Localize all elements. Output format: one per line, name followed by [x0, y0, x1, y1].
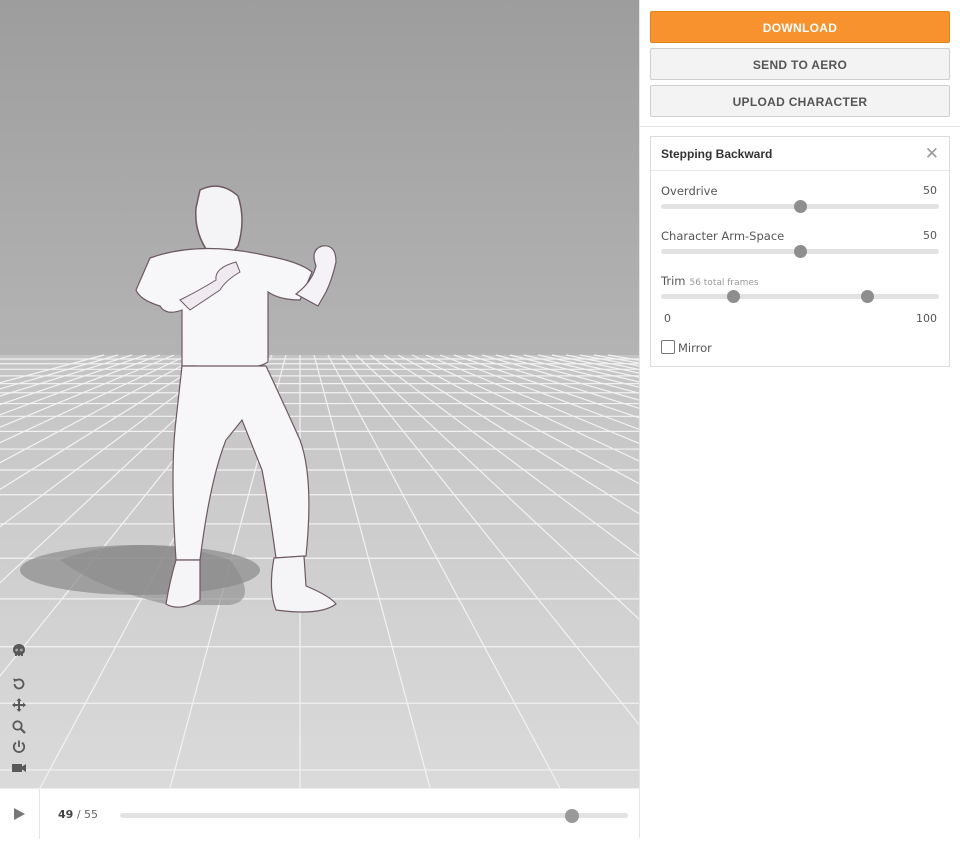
download-button[interactable]: DOWNLOAD — [650, 11, 950, 43]
scene-canvas[interactable] — [0, 0, 639, 788]
mirror-label: Mirror — [678, 341, 712, 355]
animation-title: Stepping Backward — [661, 147, 773, 161]
trim-slider[interactable] — [661, 290, 939, 303]
current-frame: 49 — [58, 808, 74, 821]
timeline-slider[interactable] — [120, 809, 628, 823]
trim-max-label: 100 — [916, 312, 937, 325]
timeline-handle[interactable] — [565, 809, 580, 823]
sidebar: DOWNLOAD SEND TO AERO UPLOAD CHARACTER S… — [639, 0, 960, 838]
arm-space-label: Character Arm-Space — [661, 229, 785, 243]
close-icon[interactable]: ✕ — [925, 144, 939, 164]
playback-bar: 49 / 55 — [0, 788, 639, 839]
pan-icon[interactable] — [11, 697, 27, 713]
overdrive-value: 50 — [923, 184, 937, 197]
total-frames: 55 — [84, 808, 99, 821]
trim-label: Trim — [661, 274, 686, 288]
arm-space-slider[interactable] — [661, 245, 939, 258]
play-button[interactable] — [0, 789, 40, 839]
mirror-checkbox[interactable] — [661, 340, 675, 354]
animation-settings-panel: Stepping Backward ✕ Overdrive 50 Charact… — [650, 136, 950, 367]
upload-character-button[interactable]: UPLOAD CHARACTER — [650, 85, 950, 117]
skull-icon[interactable] — [11, 643, 27, 659]
send-to-aero-button[interactable]: SEND TO AERO — [650, 48, 950, 80]
arm-space-handle[interactable] — [794, 245, 807, 258]
arm-space-value: 50 — [923, 229, 937, 242]
panel-header: Stepping Backward ✕ — [651, 137, 949, 171]
frame-counter: 49 / 55 — [58, 808, 98, 821]
trim-label-row: Trim 56 total frames — [661, 274, 759, 288]
power-icon[interactable] — [11, 739, 27, 755]
zoom-icon[interactable] — [11, 719, 27, 735]
trim-start-handle[interactable] — [727, 290, 741, 303]
overdrive-label: Overdrive — [661, 184, 718, 198]
trim-min-label: 0 — [664, 312, 671, 325]
trim-note: 56 total frames — [689, 278, 759, 288]
rotate-icon[interactable] — [11, 676, 27, 692]
overdrive-handle[interactable] — [794, 200, 807, 213]
overdrive-slider[interactable] — [661, 200, 939, 213]
divider — [640, 126, 960, 127]
3d-viewport[interactable] — [0, 0, 639, 788]
trim-end-handle[interactable] — [860, 290, 874, 303]
sky-background — [0, 0, 639, 360]
play-icon — [14, 808, 25, 820]
frame-separator: / — [76, 808, 81, 821]
camera-icon[interactable] — [11, 760, 27, 776]
